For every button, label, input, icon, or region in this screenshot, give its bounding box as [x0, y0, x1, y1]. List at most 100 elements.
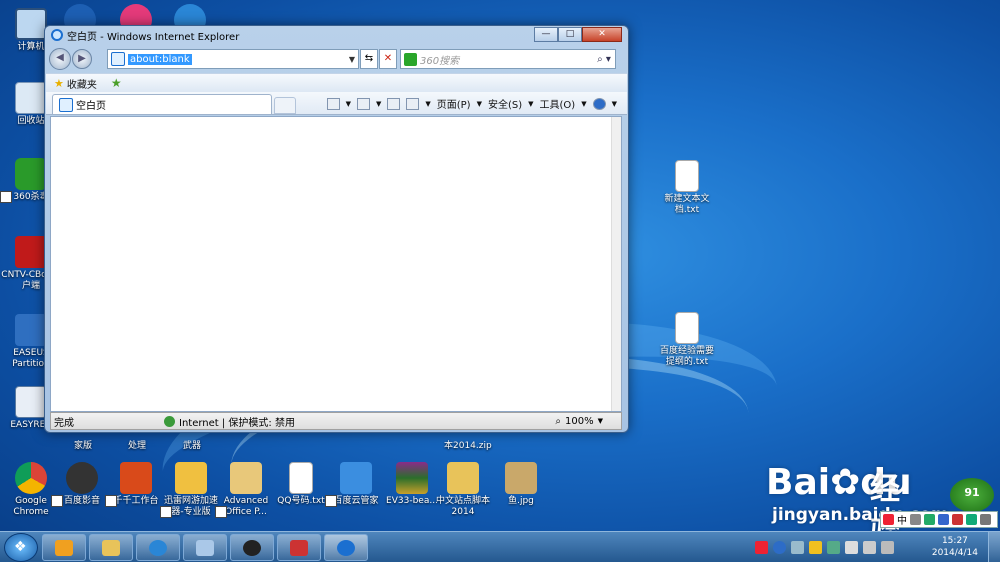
- chevron-down-icon[interactable]: ▼: [425, 100, 430, 108]
- ime-toolbar[interactable]: 中: [880, 511, 998, 528]
- chevron-up-icon[interactable]: [791, 541, 804, 554]
- partial-label: 本2014.zip: [444, 441, 492, 451]
- chevron-down-icon[interactable]: ▼: [477, 100, 482, 108]
- chevron-down-icon[interactable]: ▼: [581, 100, 586, 108]
- text-file-icon: [675, 312, 699, 344]
- taskbar-internet-explorer[interactable]: [324, 534, 368, 561]
- cloud-icon: [340, 462, 372, 494]
- desktop-icon-jingyan-txt[interactable]: 百度经验需要提纲的.txt: [656, 312, 718, 368]
- page-content[interactable]: [50, 116, 622, 412]
- clock-time: 15:27: [941, 536, 968, 546]
- chevron-down-icon[interactable]: ▼: [598, 417, 603, 425]
- desktop-icon-label: 百度经验需要提纲的.txt: [659, 346, 714, 367]
- taskbar-app[interactable]: [183, 534, 227, 561]
- search-input[interactable]: 360搜索: [420, 52, 459, 67]
- ie-window[interactable]: 空白页 - Windows Internet Explorer — □ ✕ ◀ …: [44, 25, 629, 433]
- show-desktop-button[interactable]: [988, 532, 1000, 562]
- page-icon: [59, 97, 73, 112]
- favorites-button[interactable]: 收藏夹: [67, 76, 97, 91]
- sogou-tray-icon[interactable]: [755, 541, 768, 554]
- upload-icon[interactable]: [966, 514, 977, 525]
- skin-icon[interactable]: [952, 514, 963, 525]
- moon-icon[interactable]: [910, 514, 921, 525]
- home-icon[interactable]: [326, 97, 340, 110]
- desktop-icon-xunlei-accel[interactable]: 迅雷网游加速器-专业版: [160, 462, 222, 518]
- chevron-down-icon[interactable]: ▼: [612, 100, 617, 108]
- tools-icon[interactable]: [980, 514, 991, 525]
- desktop-icon-new-text-doc[interactable]: 新建文本文档.txt: [656, 160, 718, 216]
- toolbox-icon: [290, 540, 308, 556]
- back-button[interactable]: ◀: [49, 48, 71, 70]
- score-badge: 91: [950, 478, 994, 512]
- globe-icon: [164, 415, 175, 427]
- bird-icon: [175, 462, 207, 494]
- volume-icon[interactable]: [881, 541, 894, 554]
- taskbar-sogou-browser[interactable]: [136, 534, 180, 561]
- desktop-icon-script-folder[interactable]: 中文站点脚本2014: [432, 462, 494, 518]
- status-bar: 完成 Internet | 保护模式: 禁用 ⌕ 100% ▼: [50, 412, 622, 430]
- shield-icon: [15, 158, 47, 190]
- refresh-button[interactable]: ⇆: [360, 49, 378, 69]
- folder-icon: [447, 462, 479, 494]
- taskbar-media-player[interactable]: [42, 534, 86, 561]
- clock-date: 2014/4/14: [931, 548, 978, 558]
- chevron-down-icon[interactable]: ▼: [346, 55, 358, 64]
- security-zone[interactable]: Internet | 保护模式: 禁用: [164, 414, 295, 429]
- desktop-icon-baidu-cloud[interactable]: 百度云管家: [325, 462, 387, 507]
- print-icon[interactable]: [406, 97, 420, 110]
- vertical-scrollbar[interactable]: [611, 117, 621, 411]
- minimize-button[interactable]: —: [534, 27, 558, 42]
- help-icon[interactable]: [592, 97, 606, 110]
- window-controls: — □ ✕: [534, 27, 622, 42]
- desktop-icon-label: 鱼.jpg: [508, 496, 534, 506]
- start-button[interactable]: [4, 533, 38, 562]
- desktop-icon-fish-jpg[interactable]: 鱼.jpg: [490, 462, 552, 507]
- clock[interactable]: 15:27 2014/4/14: [932, 535, 978, 559]
- search-icon[interactable]: ⌕ ▾: [593, 54, 615, 65]
- device-icon[interactable]: [827, 541, 840, 554]
- ime-mode[interactable]: 中: [897, 512, 907, 527]
- tab-strip: 空白页 ▼ ▼ ▼ 页面(P) ▼ 安全(S) ▼ 工具(O) ▼ ▼: [46, 92, 627, 115]
- taskbar: 15:27 2014/4/14: [0, 531, 1000, 562]
- chevron-down-icon[interactable]: ▼: [528, 100, 533, 108]
- partial-label: 武器: [183, 441, 202, 451]
- chevron-down-icon[interactable]: ▼: [376, 100, 381, 108]
- desktop-icon-baidu-player[interactable]: 百度影音: [51, 462, 113, 507]
- desktop-icon-qianniu[interactable]: 千千工作台: [105, 462, 167, 507]
- title-bar[interactable]: 空白页 - Windows Internet Explorer — □ ✕: [45, 26, 628, 44]
- safety-menu[interactable]: 安全(S): [488, 96, 522, 111]
- taskbar-toolbox[interactable]: [277, 534, 321, 561]
- stop-button[interactable]: ✕: [379, 49, 397, 69]
- window-title: 空白页 - Windows Internet Explorer: [67, 31, 240, 43]
- close-button[interactable]: ✕: [582, 27, 622, 42]
- network-security-icon[interactable]: [809, 541, 822, 554]
- rss-icon[interactable]: [356, 97, 370, 110]
- app-icon: [196, 540, 214, 556]
- desktop-icon-advanced-office[interactable]: Advanced Office P...: [215, 462, 277, 518]
- add-favorite-icon[interactable]: ★: [111, 76, 122, 90]
- desktop-icon-qq-txt[interactable]: QQ号码.txt: [270, 462, 332, 507]
- taskbar-explorer[interactable]: [89, 534, 133, 561]
- action-center-icon[interactable]: [845, 541, 858, 554]
- help-tray-icon[interactable]: [773, 541, 786, 554]
- keyboard-icon[interactable]: [938, 514, 949, 525]
- search-box[interactable]: 360搜索 ⌕ ▾: [400, 49, 616, 69]
- mail-icon[interactable]: [387, 97, 401, 110]
- punctuation-icon[interactable]: [924, 514, 935, 525]
- forward-button[interactable]: ▶: [72, 49, 92, 69]
- command-bar: ▼ ▼ ▼ 页面(P) ▼ 安全(S) ▼ 工具(O) ▼ ▼: [326, 96, 617, 111]
- taskbar-qq[interactable]: [230, 534, 274, 561]
- network-icon[interactable]: [863, 541, 876, 554]
- page-menu[interactable]: 页面(P): [437, 96, 471, 111]
- zone-label: Internet | 保护模式: 禁用: [179, 417, 295, 429]
- address-input[interactable]: about:blank: [128, 53, 192, 65]
- address-bar[interactable]: about:blank ▼: [107, 49, 359, 69]
- new-tab-button[interactable]: [274, 97, 296, 114]
- star-icon: ★: [54, 76, 64, 90]
- zoom-control[interactable]: ⌕ 100% ▼: [555, 416, 603, 427]
- chevron-down-icon[interactable]: ▼: [346, 100, 351, 108]
- desktop-icon-label: 迅雷网游加速器-专业版: [163, 496, 218, 517]
- maximize-button[interactable]: □: [558, 27, 582, 42]
- tab-blank-page[interactable]: 空白页: [52, 94, 272, 114]
- tools-menu[interactable]: 工具(O): [540, 96, 576, 111]
